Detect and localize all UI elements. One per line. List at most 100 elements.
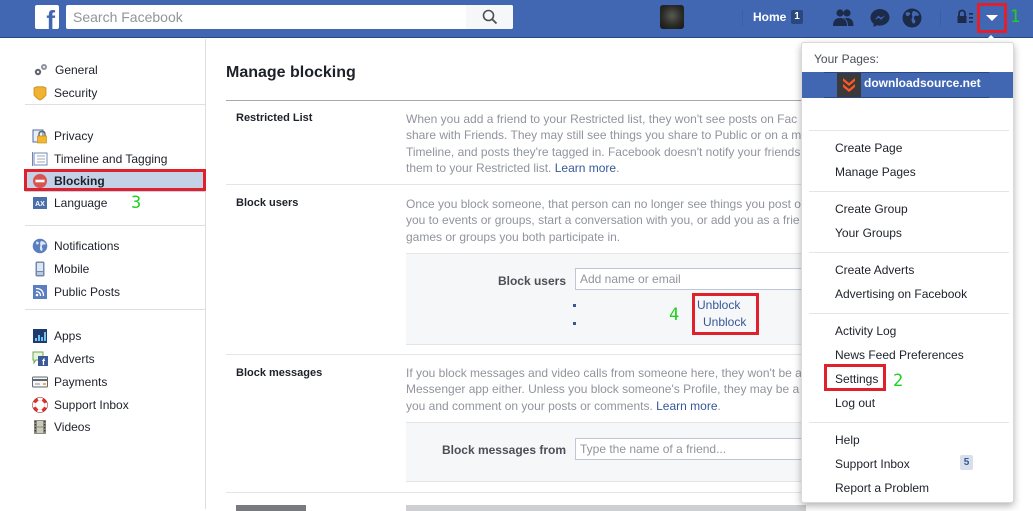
messenger-icon[interactable] (869, 7, 891, 29)
sidebar-item-label: Apps (54, 329, 82, 343)
block-messages-label: Block messages from (441, 443, 566, 457)
shield-icon (33, 86, 47, 101)
menu-item-create-group[interactable]: Create Group (835, 202, 908, 216)
nav-divider (742, 10, 743, 26)
annotation-highlight-blocking (24, 169, 206, 191)
sidebar-item-security[interactable]: Security (25, 82, 205, 104)
sidebar-divider (25, 309, 205, 310)
block-messages-form: Block messages from (406, 422, 845, 482)
sidebar-item-payments[interactable]: Payments (25, 371, 205, 393)
annotation-step-3: 3 (131, 193, 142, 213)
title-divider (226, 100, 816, 101)
adverts-icon: f (32, 351, 48, 367)
sidebar-item-adverts[interactable]: f Adverts (25, 348, 205, 370)
sidebar-item-support-inbox[interactable]: Support Inbox (25, 394, 205, 416)
sidebar-item-mobile[interactable]: Mobile (25, 258, 205, 280)
sidebar-item-label: Payments (54, 375, 108, 389)
sidebar-item-label: Security (54, 86, 98, 100)
sidebar-item-privacy[interactable]: Privacy (25, 125, 205, 147)
credit-card-icon (32, 376, 48, 388)
page-logo-icon (837, 73, 861, 97)
menu-item-news-feed-preferences[interactable]: News Feed Preferences (835, 348, 964, 362)
section-divider (226, 184, 816, 185)
sidebar-divider (25, 104, 205, 105)
account-dropdown-menu: Your Pages: downloadsource.net Create Pa… (801, 42, 1014, 503)
sidebar-item-label: Mobile (54, 262, 90, 276)
settings-sidebar: General Security Privacy Timeline and Ta… (0, 39, 206, 509)
menu-divider (809, 422, 1009, 423)
section-divider (226, 492, 816, 493)
learn-more-link[interactable]: Learn more (656, 399, 717, 413)
nav-divider (940, 10, 941, 26)
annotation-step-4: 4 (669, 305, 680, 325)
block-users-label: Block users (497, 274, 566, 288)
annotation-step-1: 1 (1010, 7, 1021, 27)
gears-icon (34, 64, 47, 76)
your-pages-header: Your Pages: (814, 52, 879, 66)
menu-item-report-a-problem[interactable]: Report a Problem (835, 481, 929, 495)
globe-icon (32, 238, 48, 254)
search-icon (482, 9, 497, 25)
annotation-step-2: 2 (893, 371, 904, 391)
home-badge: 1 (791, 10, 803, 24)
film-icon (34, 420, 46, 434)
sidebar-item-public-posts[interactable]: Public Posts (25, 281, 205, 303)
annotation-highlight-menu (977, 3, 1007, 33)
sidebar-item-label: General (55, 63, 98, 77)
sidebar-item-language[interactable]: AX Language (25, 192, 205, 214)
menu-divider (809, 252, 1009, 253)
rss-icon (33, 285, 47, 299)
annotation-highlight-unblock (692, 293, 759, 335)
profile-avatar[interactable] (660, 5, 684, 29)
sidebar-item-notifications[interactable]: Notifications (25, 235, 205, 257)
section-label: Block users (236, 197, 299, 209)
facebook-logo[interactable]: f (35, 5, 59, 29)
page-name: downloadsource.net (864, 76, 981, 90)
search-button[interactable] (466, 5, 513, 29)
menu-item-activity-log[interactable]: Activity Log (835, 324, 896, 338)
lifebuoy-icon (32, 397, 48, 413)
page-title: Manage blocking (226, 64, 356, 81)
sidebar-item-label: Support Inbox (54, 398, 129, 412)
sidebar-item-label: Language (54, 196, 108, 210)
sidebar-item-label: Videos (54, 420, 91, 434)
sidebar-item-timeline-and-tagging[interactable]: Timeline and Tagging (25, 148, 205, 170)
home-link[interactable]: Home (753, 10, 786, 24)
sidebar-item-label: Privacy (54, 129, 94, 143)
menu-item-support-inbox[interactable]: Support Inbox (835, 457, 910, 471)
section-description: When you add a friend to your Restricted… (406, 112, 802, 176)
sidebar-item-label: Adverts (54, 352, 95, 366)
block-app-invites-section-partial (236, 505, 836, 511)
search-box (66, 5, 513, 29)
blocked-user-bullet (573, 322, 576, 325)
menu-item-create-page[interactable]: Create Page (835, 141, 902, 155)
apps-icon (33, 329, 47, 343)
menu-item-manage-pages[interactable]: Manage Pages (835, 165, 916, 179)
friend-requests-icon[interactable] (832, 7, 854, 29)
notifications-globe-icon[interactable] (901, 7, 923, 29)
sidebar-item-label: Public Posts (54, 285, 121, 299)
menu-item-help[interactable]: Help (835, 433, 860, 447)
privacy-shortcuts-icon[interactable] (956, 9, 976, 27)
menu-divider (809, 191, 1009, 192)
learn-more-link[interactable]: Learn more (555, 161, 616, 175)
timeline-icon (32, 152, 48, 166)
menu-divider (809, 313, 1009, 314)
menu-item-log-out[interactable]: Log out (835, 396, 875, 410)
sidebar-item-videos[interactable]: Videos (25, 416, 205, 438)
top-navigation-bar: f Home 1 (0, 0, 1033, 38)
language-icon: AX (33, 197, 47, 209)
annotation-highlight-settings (824, 364, 886, 391)
section-description: If you block messages and video calls fr… (406, 366, 802, 413)
menu-item-advertising-on-facebook[interactable]: Advertising on Facebook (835, 287, 967, 301)
lock-icon (32, 129, 47, 144)
section-label: Restricted List (236, 112, 313, 124)
support-inbox-badge: 5 (960, 455, 973, 470)
search-input[interactable] (66, 5, 466, 29)
sidebar-item-apps[interactable]: Apps (25, 325, 205, 347)
menu-item-your-groups[interactable]: Your Groups (835, 226, 902, 240)
section-label: Block messages (236, 367, 323, 379)
blocked-user-bullet (573, 304, 576, 307)
menu-item-create-adverts[interactable]: Create Adverts (835, 263, 914, 277)
sidebar-item-general[interactable]: General (25, 59, 205, 81)
